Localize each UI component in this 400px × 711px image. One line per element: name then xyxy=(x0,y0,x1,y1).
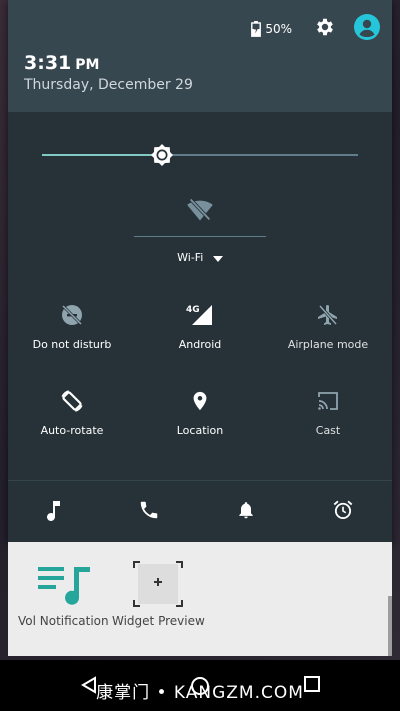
clock-ampm: PM xyxy=(75,57,100,73)
battery-percent: 50% xyxy=(265,22,292,36)
music-note-icon[interactable] xyxy=(46,499,62,525)
wifi-dropdown[interactable]: Wi-Fi xyxy=(8,251,392,265)
tile-label: Auto-rotate xyxy=(40,424,104,437)
wifi-off-icon[interactable] xyxy=(186,196,214,228)
brightness-slider[interactable] xyxy=(42,142,358,168)
widget-label: Vol Notification xyxy=(18,614,109,628)
4g-signal-icon: 4G xyxy=(136,302,264,328)
tile-label: Cast xyxy=(315,424,341,437)
tile-cast[interactable]: Cast xyxy=(264,388,392,452)
tile-do-not-disturb[interactable]: Do not disturb xyxy=(8,302,136,366)
widget-preview-icon xyxy=(112,560,205,608)
gear-icon[interactable] xyxy=(314,16,336,42)
wifi-label: Wi-Fi xyxy=(177,251,204,264)
quick-settings-panel: 50% 3:31 PM Thursday, December 29 Wi-Fi … xyxy=(8,0,392,543)
widget-vol-notification[interactable]: Vol Notification xyxy=(18,562,109,628)
tile-airplane-mode[interactable]: Airplane mode xyxy=(264,302,392,366)
widget-preview[interactable]: Widget Preview xyxy=(112,560,205,628)
status-header: 50% 3:31 PM Thursday, December 29 xyxy=(8,0,392,112)
tile-label: Location xyxy=(176,424,224,437)
widget-label: Widget Preview xyxy=(112,614,205,628)
home-scrollbar[interactable] xyxy=(388,596,392,656)
clock-time: 3:31 xyxy=(24,52,72,74)
status-area: 50% xyxy=(251,14,380,44)
auto-rotate-icon xyxy=(8,388,136,414)
brightness-fill xyxy=(42,154,163,156)
cast-icon xyxy=(264,388,392,414)
do-not-disturb-icon xyxy=(8,302,136,328)
profile-avatar-icon[interactable] xyxy=(354,14,380,44)
network-type: 4G xyxy=(186,305,200,315)
date-label[interactable]: Thursday, December 29 xyxy=(24,77,193,93)
sound-mode-bar xyxy=(8,480,392,543)
tile-label: Android xyxy=(178,338,222,351)
alarm-icon[interactable] xyxy=(332,499,354,525)
tile-location[interactable]: Location xyxy=(136,388,264,452)
brightness-sun-icon xyxy=(151,144,174,166)
phone-icon[interactable] xyxy=(138,499,160,525)
airplane-icon xyxy=(264,302,392,328)
tile-label: Do not disturb xyxy=(32,338,112,351)
battery-charging-icon xyxy=(251,21,262,37)
home-screen: Vol Notification Widget Preview xyxy=(8,542,392,656)
playlist-icon xyxy=(18,562,109,608)
tile-mobile-data[interactable]: 4G Android xyxy=(136,302,264,366)
caret-down-icon xyxy=(212,252,223,265)
bell-icon[interactable] xyxy=(236,499,256,525)
location-icon xyxy=(136,388,264,414)
clock[interactable]: 3:31 PM xyxy=(24,52,99,74)
brightness-thumb[interactable] xyxy=(149,142,175,168)
wifi-divider xyxy=(134,236,266,237)
tile-auto-rotate[interactable]: Auto-rotate xyxy=(8,388,136,452)
tile-label: Airplane mode xyxy=(287,338,369,351)
watermark-text: 康掌门 • KANGZM.COM xyxy=(96,683,304,703)
